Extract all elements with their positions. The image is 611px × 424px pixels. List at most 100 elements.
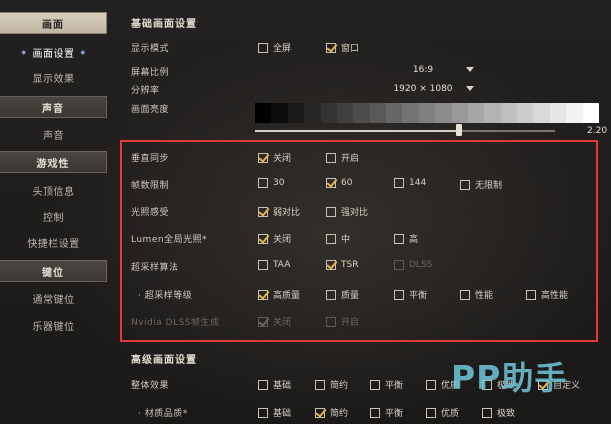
high-quality-option[interactable]: 高质量 <box>258 288 300 301</box>
material-quality-label: · 材质品质* <box>138 409 188 419</box>
sidebar-item-label: 声音 <box>43 130 64 142</box>
sidebar-item-label: 显示效果 <box>32 73 75 85</box>
sidebar-item-display-effects[interactable]: 显示效果 <box>0 67 107 87</box>
sidebar-item-controls[interactable]: 控制 <box>0 206 107 226</box>
sidebar-item-sound[interactable]: 声音 <box>0 124 107 144</box>
framegen-off-option: 关闭 <box>258 315 291 328</box>
resolution-label: 分辨率 <box>131 86 160 96</box>
fps-limit-label: 帧数限制 <box>131 181 170 191</box>
lumen-medium-option[interactable]: 中 <box>326 232 350 245</box>
resolution-dropdown[interactable]: 1920 × 1080 <box>372 82 474 96</box>
checkbox <box>258 316 268 327</box>
checkbox[interactable] <box>326 42 336 53</box>
taa-option[interactable]: TAA <box>258 260 290 270</box>
sidebar-item-hotbar-settings[interactable]: 快捷栏设置 <box>0 232 107 252</box>
fps-144-option[interactable]: 144 <box>394 178 426 188</box>
brightness-swatch <box>418 103 436 123</box>
aspect-ratio-dropdown[interactable]: 16:9 <box>372 63 474 77</box>
framegen-on-option: 开启 <box>326 315 359 328</box>
sidebar-group-sound[interactable]: 声音 <box>0 96 107 118</box>
material-quality-option[interactable]: 优质 <box>426 406 459 419</box>
checkbox[interactable] <box>258 289 268 300</box>
checkbox[interactable] <box>258 379 268 390</box>
checkbox[interactable] <box>258 407 268 418</box>
brightness-swatch <box>271 103 288 123</box>
sidebar-group-label: 游戏性 <box>36 158 70 170</box>
checkbox[interactable] <box>315 379 325 390</box>
sidebar-item-instrument-keybinds[interactable]: 乐器键位 <box>0 315 107 335</box>
sidebar-group-gameplay[interactable]: 游戏性 <box>0 151 107 173</box>
strong-contrast-option[interactable]: 强对比 <box>326 205 368 218</box>
vsync-off-option[interactable]: 关闭 <box>258 151 291 164</box>
checkbox[interactable] <box>258 152 268 163</box>
checkbox[interactable] <box>460 179 470 190</box>
lumen-high-option[interactable]: 高 <box>394 232 418 245</box>
material-balanced-option[interactable]: 平衡 <box>370 406 403 419</box>
vsync-on-option[interactable]: 开启 <box>326 151 359 164</box>
sidebar-item-graphics-settings[interactable]: 画面设置 <box>0 42 107 62</box>
weak-contrast-option[interactable]: 弱对比 <box>258 205 300 218</box>
material-ultimate-option[interactable]: 极致 <box>482 406 515 419</box>
material-simple-option[interactable]: 简约 <box>315 406 348 419</box>
checkbox <box>326 316 336 327</box>
checkbox[interactable] <box>326 233 336 244</box>
sidebar-group-label: 画面 <box>42 19 64 31</box>
checkbox[interactable] <box>326 152 336 163</box>
checkbox[interactable] <box>526 289 536 300</box>
chevron-down-icon <box>466 67 474 72</box>
checkbox[interactable] <box>326 289 336 300</box>
quality-option[interactable]: 质量 <box>326 288 359 301</box>
checkbox[interactable] <box>326 206 336 217</box>
brightness-swatch <box>500 103 517 123</box>
brightness-slider-fill <box>255 130 459 132</box>
checkbox[interactable] <box>394 289 404 300</box>
high-performance-option[interactable]: 高性能 <box>526 288 568 301</box>
checkbox[interactable] <box>326 178 336 188</box>
checkbox[interactable] <box>258 178 268 188</box>
section-title-basic: 基础画面设置 <box>131 19 197 30</box>
performance-option[interactable]: 性能 <box>460 288 493 301</box>
sidebar-group-keybinds[interactable]: 键位 <box>0 260 107 282</box>
brightness-swatch <box>336 103 354 123</box>
sidebar-group-display[interactable]: 画面 <box>0 12 107 34</box>
sidebar-group-label: 键位 <box>42 267 64 279</box>
lumen-off-option[interactable]: 关闭 <box>258 232 291 245</box>
fps-30-option[interactable]: 30 <box>258 178 284 188</box>
checkbox[interactable] <box>426 407 436 418</box>
checkbox[interactable] <box>258 260 268 270</box>
vsync-label: 垂直同步 <box>131 154 170 164</box>
sidebar-item-common-keybinds[interactable]: 通常键位 <box>0 288 107 308</box>
overall-balanced-option[interactable]: 平衡 <box>370 378 403 391</box>
material-basic-option[interactable]: 基础 <box>258 406 291 419</box>
checkbox[interactable] <box>460 289 470 300</box>
overall-basic-option[interactable]: 基础 <box>258 378 291 391</box>
checkbox[interactable] <box>258 42 268 53</box>
brightness-swatch <box>304 103 321 123</box>
tsr-option[interactable]: TSR <box>326 260 358 270</box>
checkbox[interactable] <box>426 379 436 390</box>
fps-unlimited-option[interactable]: 无限制 <box>460 178 502 191</box>
balanced-option[interactable]: 平衡 <box>394 288 427 301</box>
windowed-option[interactable]: 窗口 <box>326 41 359 54</box>
checkbox[interactable] <box>315 407 325 418</box>
fullscreen-option[interactable]: 全屏 <box>258 41 291 54</box>
overall-effect-label: 整体效果 <box>131 381 170 391</box>
checkbox[interactable] <box>394 178 404 188</box>
checkbox[interactable] <box>482 407 492 418</box>
fps-60-option[interactable]: 60 <box>326 178 352 188</box>
sidebar-item-label: 通常键位 <box>32 294 75 306</box>
checkbox[interactable] <box>370 379 380 390</box>
checkbox[interactable] <box>258 206 268 217</box>
checkbox[interactable] <box>326 260 336 270</box>
display-mode-label: 显示模式 <box>131 44 170 54</box>
checkbox[interactable] <box>370 407 380 418</box>
brightness-slider-track[interactable] <box>255 130 555 132</box>
sidebar-item-overhead-info[interactable]: 头顶信息 <box>0 180 107 200</box>
brightness-swatch <box>467 103 485 123</box>
brightness-slider-handle[interactable] <box>456 124 462 136</box>
checkbox[interactable] <box>258 233 268 244</box>
checkbox[interactable] <box>394 233 404 244</box>
sidebar-item-label: 控制 <box>43 212 64 224</box>
overall-simple-option[interactable]: 简约 <box>315 378 348 391</box>
sidebar-group-label: 声音 <box>42 103 64 115</box>
